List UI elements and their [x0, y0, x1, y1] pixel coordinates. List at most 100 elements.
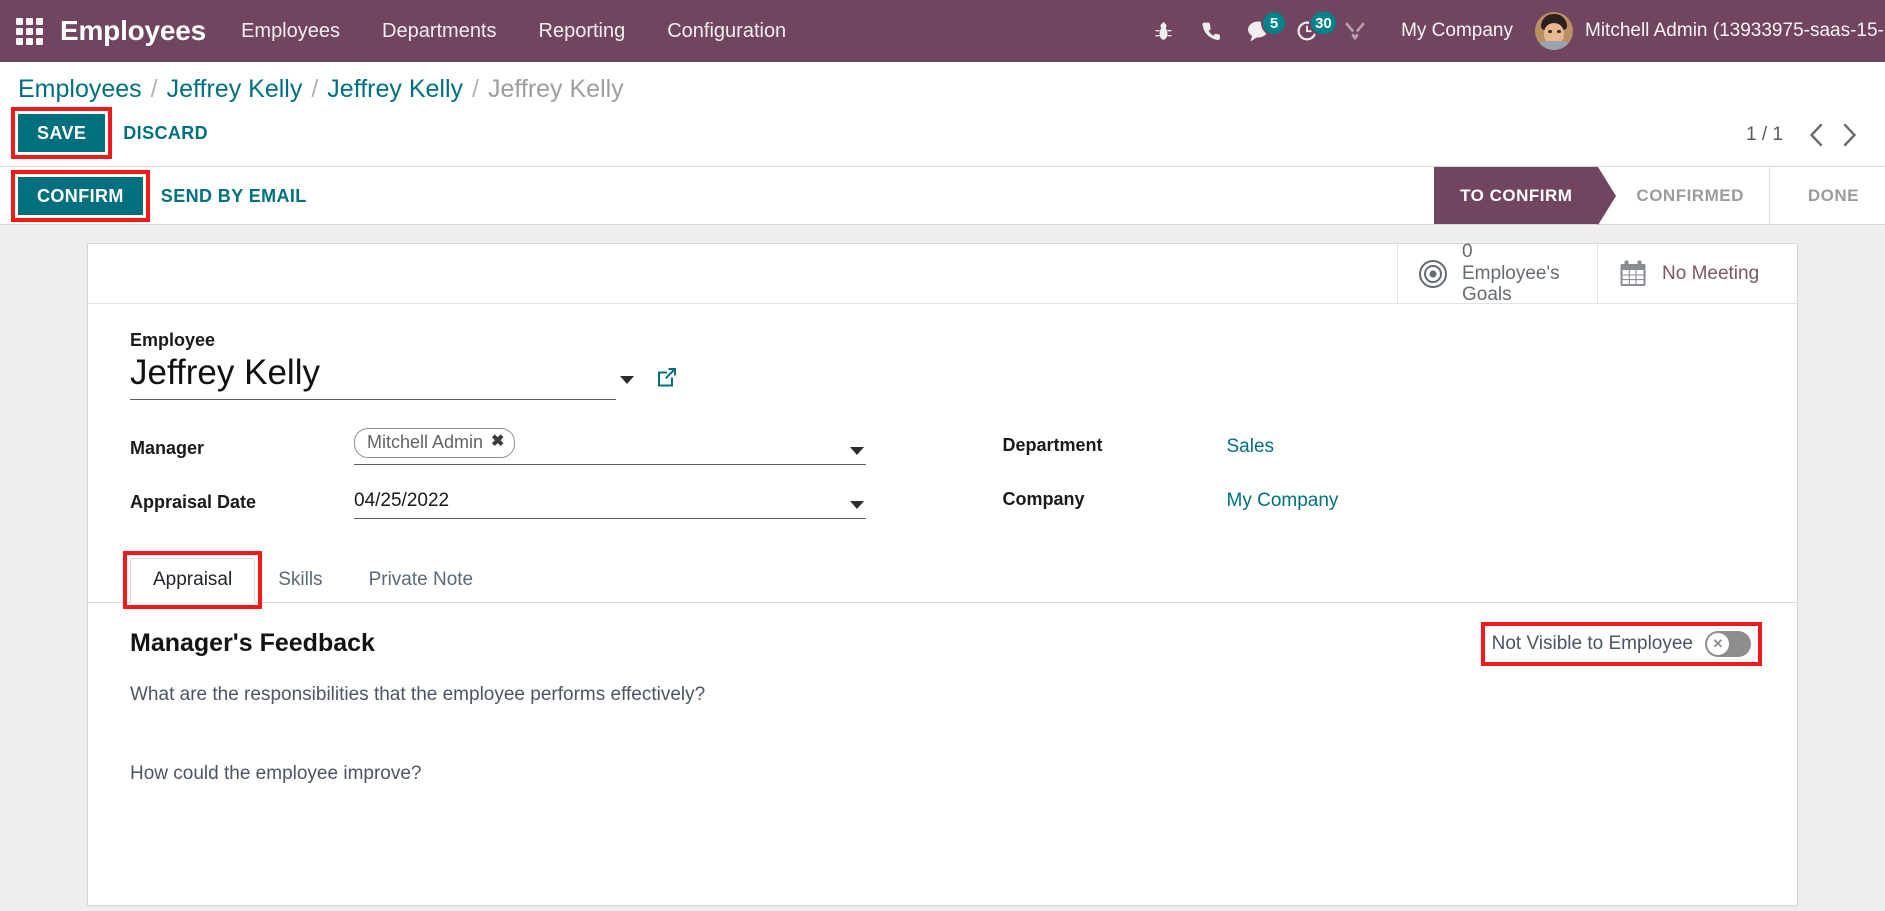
department-link[interactable]: Sales [1227, 436, 1275, 459]
form-sheet: 0 Employee's Goals No Meeting Employee J… [87, 241, 1798, 906]
appraisal-date-input[interactable]: 04/25/2022 [354, 488, 866, 520]
tab-skills[interactable]: Skills [255, 558, 345, 603]
manager-input[interactable]: Mitchell Admin ✖ [354, 426, 866, 466]
breadcrumb-item-employees[interactable]: Employees [18, 75, 142, 104]
tab-panel-appraisal: Manager's Feedback Not Visible to Employ… [88, 603, 1797, 788]
feedback-question-2[interactable]: How could the employee improve? [130, 760, 1755, 789]
company-field-row: Company My Company [1003, 480, 1756, 516]
meeting-label: No Meeting [1662, 262, 1760, 284]
manager-tag-label: Mitchell Admin [367, 432, 484, 452]
manager-field-label: Manager [130, 438, 205, 459]
status-action-row: CONFIRM SEND BY EMAIL TO CONFIRM CONFIRM… [0, 167, 1885, 225]
status-stage-label: DONE [1807, 185, 1859, 205]
right-column: Department Sales Company My Company [943, 426, 1756, 537]
chevron-down-icon[interactable] [850, 501, 864, 510]
left-column: Manager Mitchell Admin ✖ Appraisal Date … [130, 426, 943, 537]
form-fields: Employee Manager [88, 304, 1797, 537]
menu-item-reporting[interactable]: Reporting [518, 0, 647, 62]
control-panel: Employees / Jeffrey Kelly / Jeffrey Kell… [0, 62, 1885, 167]
smart-buttons-row: 0 Employee's Goals No Meeting [88, 241, 1797, 305]
appraisal-date-value: 04/25/2022 [354, 490, 450, 512]
field-columns: Manager Mitchell Admin ✖ Appraisal Date … [130, 426, 1755, 537]
apps-grid-icon[interactable] [0, 0, 50, 62]
discard-button[interactable]: DISCARD [105, 115, 226, 151]
save-button[interactable]: SAVE [18, 114, 106, 152]
notebook: Appraisal Skills Private Note Manager's … [88, 551, 1797, 788]
company-link[interactable]: My Company [1227, 490, 1339, 513]
breadcrumb-separator: / [311, 75, 319, 103]
appraisal-date-field-row: Appraisal Date 04/25/2022 [130, 483, 943, 520]
status-pipeline: TO CONFIRM CONFIRMED DONE [1434, 167, 1885, 225]
form-view-container: 0 Employee's Goals No Meeting Employee J… [0, 225, 1885, 906]
status-stage-confirmed[interactable]: CONFIRMED [1597, 167, 1770, 225]
manager-field-value: Mitchell Admin ✖ [354, 426, 943, 466]
not-visible-to-employee-field[interactable]: Not Visible to Employee ✕ [1488, 629, 1755, 659]
employee-field-label: Employee [130, 330, 216, 350]
tab-private-note[interactable]: Private Note [346, 558, 497, 603]
employee-field-group: Employee [130, 330, 1755, 400]
record-actions-row: SAVE DISCARD 1 / 1 [0, 107, 1885, 166]
navbar-systray: 5 30 My Company Mitchell Admin (13933975… [1139, 0, 1885, 62]
current-company[interactable]: My Company [1379, 20, 1535, 42]
user-name-label: Mitchell Admin (13933975-saas-15-1-all) [1585, 20, 1885, 41]
send-by-email-button[interactable]: SEND BY EMAIL [143, 178, 325, 214]
department-field-row: Department Sales [1003, 426, 1756, 462]
meeting-button[interactable]: No Meeting [1597, 244, 1797, 303]
previous-record-icon[interactable] [1799, 118, 1833, 152]
target-icon [1418, 259, 1448, 289]
tab-appraisal[interactable]: Appraisal [130, 558, 256, 604]
pager: 1 / 1 [1746, 118, 1867, 152]
status-stage-to-confirm[interactable]: TO CONFIRM [1434, 167, 1599, 224]
avatar [1535, 12, 1573, 50]
not-visible-to-employee-label: Not Visible to Employee [1491, 633, 1693, 655]
company-field-value: My Company [1227, 490, 1756, 516]
breadcrumb-separator: / [150, 75, 158, 103]
manager-field-row: Manager Mitchell Admin ✖ [130, 426, 943, 466]
main-menu: Employees Departments Reporting Configur… [220, 0, 807, 62]
activities-clock-icon[interactable]: 30 [1283, 0, 1338, 62]
bug-icon[interactable] [1139, 0, 1187, 62]
app-brand-title[interactable]: Employees [50, 15, 220, 47]
breadcrumb-item-employee-2[interactable]: Jeffrey Kelly [327, 75, 463, 104]
section-title-managers-feedback: Manager's Feedback [130, 629, 375, 658]
breadcrumb-separator: / [472, 75, 479, 103]
remove-tag-icon[interactable]: ✖ [491, 432, 504, 453]
feedback-question-1[interactable]: What are the responsibilities that the e… [130, 681, 1755, 710]
department-field-label: Department [1002, 435, 1103, 455]
breadcrumb: Employees / Jeffrey Kelly / Jeffrey Kell… [0, 62, 1885, 110]
user-menu[interactable]: Mitchell Admin (13933975-saas-15-1-all) [1535, 12, 1885, 50]
external-link-icon[interactable] [656, 366, 678, 388]
toggle-knob: ✕ [1707, 633, 1729, 656]
employee-goals-label: 0 Employee's Goals [1462, 240, 1560, 306]
menu-item-departments[interactable]: Departments [361, 0, 518, 62]
menu-item-configuration[interactable]: Configuration [646, 0, 807, 62]
manager-tag[interactable]: Mitchell Admin ✖ [354, 428, 516, 459]
next-record-icon[interactable] [1833, 118, 1867, 152]
status-stage-label: TO CONFIRM [1460, 185, 1573, 205]
chevron-down-icon[interactable] [620, 376, 634, 384]
save-button-highlight: SAVE [10, 107, 113, 159]
phone-icon[interactable] [1187, 0, 1235, 62]
employee-input[interactable] [130, 351, 616, 400]
confirm-button[interactable]: CONFIRM [18, 176, 143, 215]
pager-count: 1 / 1 [1746, 124, 1783, 145]
top-navbar: Employees Employees Departments Reportin… [0, 0, 1885, 62]
breadcrumb-item-current: Jeffrey Kelly [487, 75, 624, 103]
department-field-value: Sales [1227, 436, 1756, 462]
confirm-button-highlight: CONFIRM [11, 169, 150, 222]
status-stage-done[interactable]: DONE [1768, 167, 1885, 225]
tab-appraisal-highlight: Appraisal [122, 551, 263, 610]
employee-field-wrap [130, 351, 678, 400]
appraisal-date-field-label: Appraisal Date [130, 492, 257, 513]
breadcrumb-item-employee-1[interactable]: Jeffrey Kelly [167, 75, 303, 104]
workflow-buttons: CONFIRM SEND BY EMAIL [11, 169, 325, 223]
employee-goals-button[interactable]: 0 Employee's Goals [1397, 241, 1597, 305]
visibility-toggle-highlight: Not Visible to Employee ✕ [1480, 622, 1763, 667]
menu-item-employees[interactable]: Employees [220, 0, 361, 62]
not-visible-to-employee-toggle[interactable]: ✕ [1705, 631, 1751, 658]
chevron-down-icon[interactable] [850, 447, 864, 456]
wrench-tools-icon[interactable] [1331, 0, 1379, 62]
messages-icon[interactable]: 5 [1235, 0, 1288, 62]
notebook-tabs: Appraisal Skills Private Note [88, 551, 1797, 610]
status-stage-label: CONFIRMED [1636, 185, 1744, 205]
